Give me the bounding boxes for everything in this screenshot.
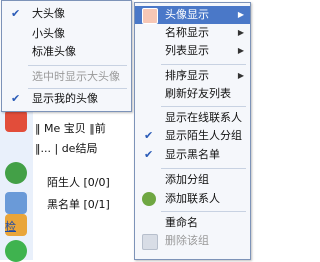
menu-item-standard-avatar[interactable]: 标准头像 — [2, 43, 131, 61]
avatar-display-icon — [142, 8, 158, 24]
search-link[interactable]: 检 — [5, 218, 16, 234]
menu-item-label: 大头像 — [32, 7, 65, 20]
menu-item-add-group[interactable]: 添加分组 — [135, 171, 250, 189]
app-icon[interactable] — [5, 192, 27, 214]
menu-item-label: 列表显示 — [165, 44, 209, 57]
menu-separator — [161, 64, 246, 65]
menu-separator — [28, 65, 127, 66]
menu-item-label: 添加联系人 — [165, 192, 220, 205]
app-icon[interactable] — [5, 110, 27, 132]
add-contact-icon — [142, 192, 156, 206]
side-toolbar — [0, 110, 33, 262]
chevron-right-icon: ▶ — [237, 46, 244, 55]
menu-item-label: 显示我的头像 — [32, 92, 98, 105]
menu-item-add-contact[interactable]: 添加联系人 — [135, 190, 250, 208]
menu-item-show-online[interactable]: 显示在线联系人 — [135, 109, 250, 127]
menu-item-show-my-avatar[interactable]: ✔ 显示我的头像 — [2, 90, 131, 108]
menu-item-label: 名称显示 — [165, 26, 209, 39]
menu-item-label: 显示黑名单 — [165, 148, 220, 161]
menu-item-label: 删除该组 — [165, 234, 209, 247]
menu-item-name-display[interactable]: 名称显示 ▶ — [135, 24, 250, 42]
menu-item-rename[interactable]: 重命名 — [135, 214, 250, 232]
menu-item-refresh-list[interactable]: 刷新好友列表 — [135, 85, 250, 103]
chevron-right-icon: ▶ — [237, 28, 244, 37]
check-icon: ✔ — [144, 129, 154, 142]
menu-item-label: 排序显示 — [165, 69, 209, 82]
list-item[interactable]: 陌生人 [0/0] — [47, 174, 110, 190]
contact-list-context-menu: 头像显示 ▶ 名称显示 ▶ 列表显示 ▶ 排序显示 ▶ 刷新好友列表 显示在线联… — [134, 2, 251, 260]
menu-item-show-large-on-select: 选中时显示大头像 — [2, 68, 131, 86]
check-icon: ✔ — [11, 92, 21, 105]
check-icon: ✔ — [11, 7, 21, 20]
menu-item-label: 显示在线联系人 — [165, 111, 242, 124]
menu-item-label: 小头像 — [32, 27, 65, 40]
list-item[interactable]: ‖... | de结局 — [35, 140, 97, 156]
menu-item-sort-display[interactable]: 排序显示 ▶ — [135, 67, 250, 85]
menu-item-large-avatar[interactable]: ✔ 大头像 — [2, 5, 131, 23]
menu-separator — [161, 168, 246, 169]
menu-item-label: 选中时显示大头像 — [32, 70, 120, 83]
menu-item-show-strangers[interactable]: ✔ 显示陌生人分组 — [135, 127, 250, 145]
contact-list: ‖ Me 宝贝 ‖前 ‖... | de结局 陌生人 [0/0] 黑名单 [0/… — [33, 110, 134, 260]
list-item[interactable]: 黑名单 [0/1] — [47, 196, 110, 212]
menu-item-label: 添加分组 — [165, 173, 209, 186]
menu-separator — [28, 88, 127, 89]
app-icon[interactable] — [5, 162, 27, 184]
menu-item-label: 重命名 — [165, 216, 198, 229]
avatar-display-submenu: ✔ 大头像 小头像 标准头像 选中时显示大头像 ✔ 显示我的头像 — [1, 0, 132, 112]
chevron-right-icon: ▶ — [237, 10, 244, 19]
menu-item-label: 显示陌生人分组 — [165, 129, 242, 142]
menu-item-show-blacklist[interactable]: ✔ 显示黑名单 — [135, 146, 250, 164]
menu-item-label: 标准头像 — [32, 45, 76, 58]
check-icon: ✔ — [144, 148, 154, 161]
menu-item-delete-group: 删除该组 — [135, 232, 250, 250]
chevron-right-icon: ▶ — [237, 71, 244, 80]
menu-separator — [161, 211, 246, 212]
menu-separator — [161, 106, 246, 107]
list-item[interactable]: ‖ Me 宝贝 ‖前 — [35, 120, 106, 136]
menu-item-list-display[interactable]: 列表显示 ▶ — [135, 42, 250, 60]
delete-group-icon — [142, 234, 158, 250]
menu-item-avatar-display[interactable]: 头像显示 ▶ — [135, 6, 250, 24]
menu-item-small-avatar[interactable]: 小头像 — [2, 25, 131, 43]
app-icon[interactable] — [5, 240, 27, 262]
menu-item-label: 头像显示 — [165, 8, 209, 21]
menu-item-label: 刷新好友列表 — [165, 87, 231, 100]
